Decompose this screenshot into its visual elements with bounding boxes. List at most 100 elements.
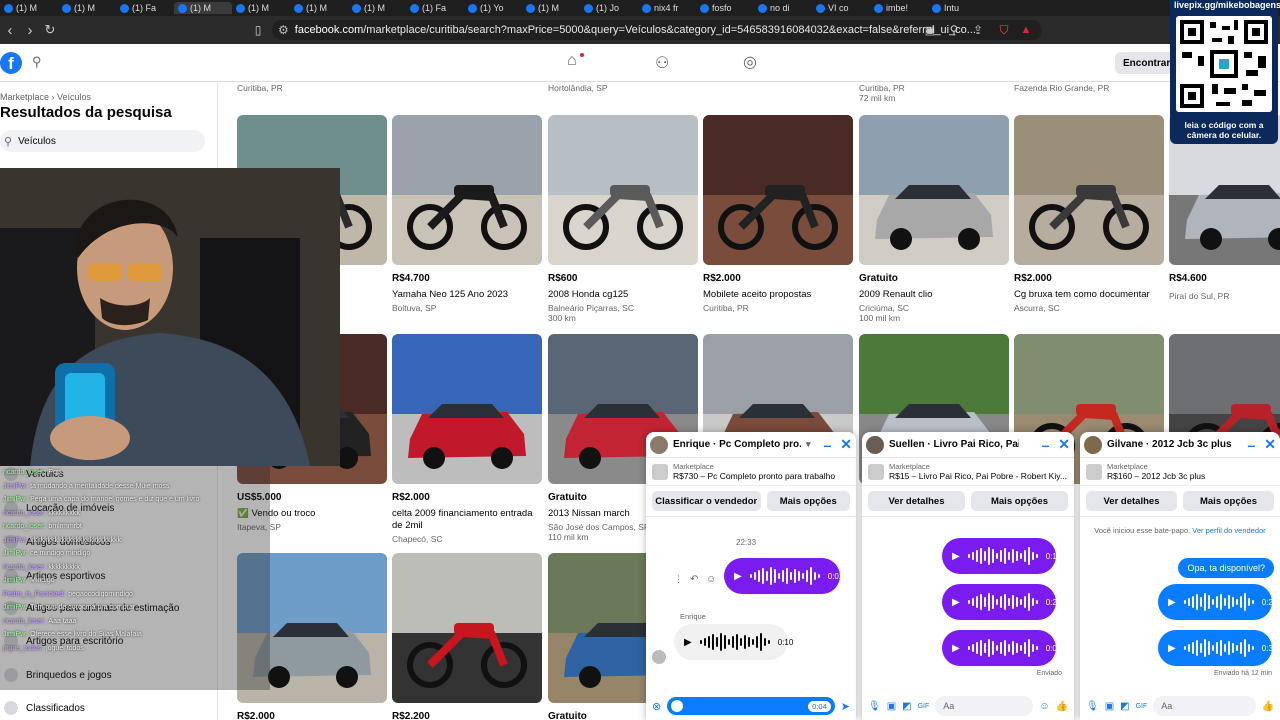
category-item[interactable]: Classificados — [4, 700, 85, 716]
message-input[interactable]: Aa — [935, 696, 1034, 716]
chevron-down-icon[interactable]: ▾ — [806, 439, 811, 450]
mic-icon[interactable]: 🎙 — [868, 701, 881, 712]
play-icon[interactable]: ▶ — [952, 643, 960, 654]
chat-title[interactable]: Suellen · Livro Pai Rico, Pai... — [889, 439, 1019, 450]
forward-icon[interactable]: › — [20, 20, 40, 40]
home-icon[interactable]: ⌂ — [567, 52, 577, 70]
listing-image[interactable] — [703, 115, 853, 265]
browser-tab[interactable]: VI co — [812, 2, 870, 14]
emoji-icon[interactable]: ☺ — [706, 574, 716, 585]
minimize-icon[interactable]: – — [1247, 437, 1255, 453]
like-icon[interactable]: 👍 — [1262, 701, 1274, 712]
reply-icon[interactable]: ↶ — [690, 574, 698, 585]
play-icon[interactable]: ▶ — [1168, 643, 1176, 654]
minimize-icon[interactable]: – — [1041, 437, 1049, 453]
more-options-button[interactable]: Mais opções — [1183, 491, 1274, 511]
reload-icon[interactable]: ↻ — [40, 20, 60, 40]
voice-message-sent[interactable]: ▶ 0:02 — [942, 630, 1061, 666]
site-info-icon[interactable]: ⚙ — [278, 23, 289, 37]
zoom-icon[interactable]: ⚲ — [944, 20, 964, 40]
recording-bar[interactable]: 0:04 — [667, 697, 835, 715]
browser-tab[interactable]: (1) M — [232, 2, 290, 14]
listing-card[interactable]: R$2.000 Cg bruxa tem como documentar Ascur… — [1014, 115, 1164, 313]
listing-image[interactable] — [859, 115, 1009, 265]
browser-tab[interactable]: imbe! — [870, 2, 928, 14]
voice-message-received[interactable]: ▶ 0:10 — [674, 624, 793, 660]
gif-icon[interactable]: GIF — [918, 703, 930, 710]
send-icon[interactable]: ➤ — [841, 700, 850, 713]
voice-message-sent[interactable]: ▶ 0:21 — [1158, 584, 1277, 620]
listing-card[interactable]: R$2.200 — [392, 553, 542, 720]
close-icon[interactable]: ✕ — [1264, 436, 1276, 453]
play-icon[interactable]: ▶ — [1168, 597, 1176, 608]
listing-image[interactable] — [392, 115, 542, 265]
browser-tab[interactable]: nix4 fr — [638, 2, 696, 14]
view-details-button[interactable]: Ver detalhes — [1086, 491, 1177, 511]
browser-tab[interactable]: (1) M — [522, 2, 580, 14]
listing-card[interactable]: R$600 2008 Honda cg125 Balneário Piçarras,… — [548, 115, 698, 323]
photo-icon[interactable]: ▣ — [1105, 701, 1114, 712]
browser-tab[interactable]: (1) M — [348, 2, 406, 14]
play-icon[interactable]: ▶ — [684, 637, 692, 648]
photo-icon[interactable]: ▣ — [887, 701, 896, 712]
more-icon[interactable]: ⋮ — [674, 574, 683, 585]
share-icon[interactable]: ⇪ — [968, 20, 988, 40]
avatar[interactable] — [650, 435, 668, 454]
brave-rewards-icon[interactable]: ▲ — [1016, 20, 1036, 40]
chat-title[interactable]: Gilvane · 2012 Jcb 3c plus — [1107, 439, 1232, 450]
browser-tab[interactable]: (1) M — [174, 2, 232, 14]
browser-tab[interactable]: no di — [754, 2, 812, 14]
mic-icon[interactable]: 🎙 — [1086, 701, 1099, 712]
find-friends-button[interactable]: Encontrar a — [1115, 52, 1175, 74]
browser-tab[interactable]: (1) Fa — [116, 2, 174, 14]
seller-profile-link[interactable]: Ver perfil do vendedor — [1192, 526, 1265, 535]
marketplace-search-input[interactable]: ⚲ Veículos — [0, 130, 205, 152]
chat-header[interactable]: Suellen · Livro Pai Rico, Pai... – ✕ — [862, 432, 1074, 458]
listing-card[interactable]: R$4.700 Yamaha Neo 125 Ano 2023 Boituva, S… — [392, 115, 542, 313]
emoji-icon[interactable]: ☺ — [1039, 701, 1049, 712]
browser-tab[interactable]: fosfo — [696, 2, 754, 14]
more-options-button[interactable]: Mais opções — [766, 491, 850, 511]
translate-icon[interactable]: ▣ — [920, 20, 940, 40]
browser-tab[interactable]: (1) M — [58, 2, 116, 14]
browser-tab[interactable]: (1) Jo — [580, 2, 638, 14]
sticker-icon[interactable]: ◩ — [902, 701, 911, 712]
close-icon[interactable]: ✕ — [1058, 436, 1070, 453]
product-bar[interactable]: Marketplace R$730 – Pc Completo pronto pa… — [646, 458, 856, 486]
browser-tab[interactable]: (1) Yo — [464, 2, 522, 14]
listing-image[interactable] — [392, 334, 542, 484]
browser-tab[interactable]: (1) M — [290, 2, 348, 14]
brave-shield-icon[interactable]: ⛉ — [994, 20, 1014, 40]
play-icon[interactable]: ▶ — [952, 551, 960, 562]
facebook-logo[interactable]: f — [0, 52, 22, 74]
bookmark-icon[interactable]: ▯ — [248, 20, 268, 40]
friends-icon[interactable]: ⚇ — [655, 53, 669, 73]
more-options-button[interactable]: Mais opções — [971, 491, 1068, 511]
gif-icon[interactable]: GIF — [1136, 703, 1148, 710]
listing-image[interactable] — [392, 553, 542, 703]
listing-card[interactable]: R$2.000 Mobilete aceito propostas Curitiba… — [703, 115, 853, 313]
chat-header[interactable]: Gilvane · 2012 Jcb 3c plus – ✕ — [1080, 432, 1280, 458]
browser-tab[interactable]: (1) M — [0, 2, 58, 14]
play-icon[interactable]: ▶ — [734, 571, 742, 582]
avatar[interactable] — [866, 435, 884, 454]
chat-header[interactable]: Enrique · Pc Completo pro... ▾ – ✕ — [646, 432, 856, 458]
close-icon[interactable]: ✕ — [840, 436, 852, 453]
browser-tab[interactable]: (1) Fa — [406, 2, 464, 14]
groups-icon[interactable]: ◎ — [743, 52, 757, 72]
back-icon[interactable]: ‹ — [0, 20, 20, 40]
rate-seller-button[interactable]: Classificar o vendedor — [652, 491, 761, 511]
voice-message-sent[interactable]: ▶ 0:01 — [724, 558, 843, 594]
stop-icon[interactable] — [671, 700, 684, 712]
breadcrumb[interactable]: Marketplace › Veículos — [0, 92, 91, 102]
cancel-recording-icon[interactable]: ⊗ — [652, 700, 661, 713]
listing-image[interactable] — [1014, 115, 1164, 265]
like-icon[interactable]: 👍 — [1056, 701, 1068, 712]
message-input[interactable]: Aa — [1153, 696, 1256, 716]
message-bubble[interactable]: Opa, ta disponível? — [1178, 558, 1274, 578]
listing-image[interactable] — [548, 115, 698, 265]
chat-title[interactable]: Enrique · Pc Completo pro... — [673, 439, 801, 450]
product-bar[interactable]: Marketplace R$160 – 2012 Jcb 3c plus — [1080, 458, 1280, 486]
search-icon[interactable]: ⚲ — [32, 54, 42, 70]
view-details-button[interactable]: Ver detalhes — [868, 491, 965, 511]
